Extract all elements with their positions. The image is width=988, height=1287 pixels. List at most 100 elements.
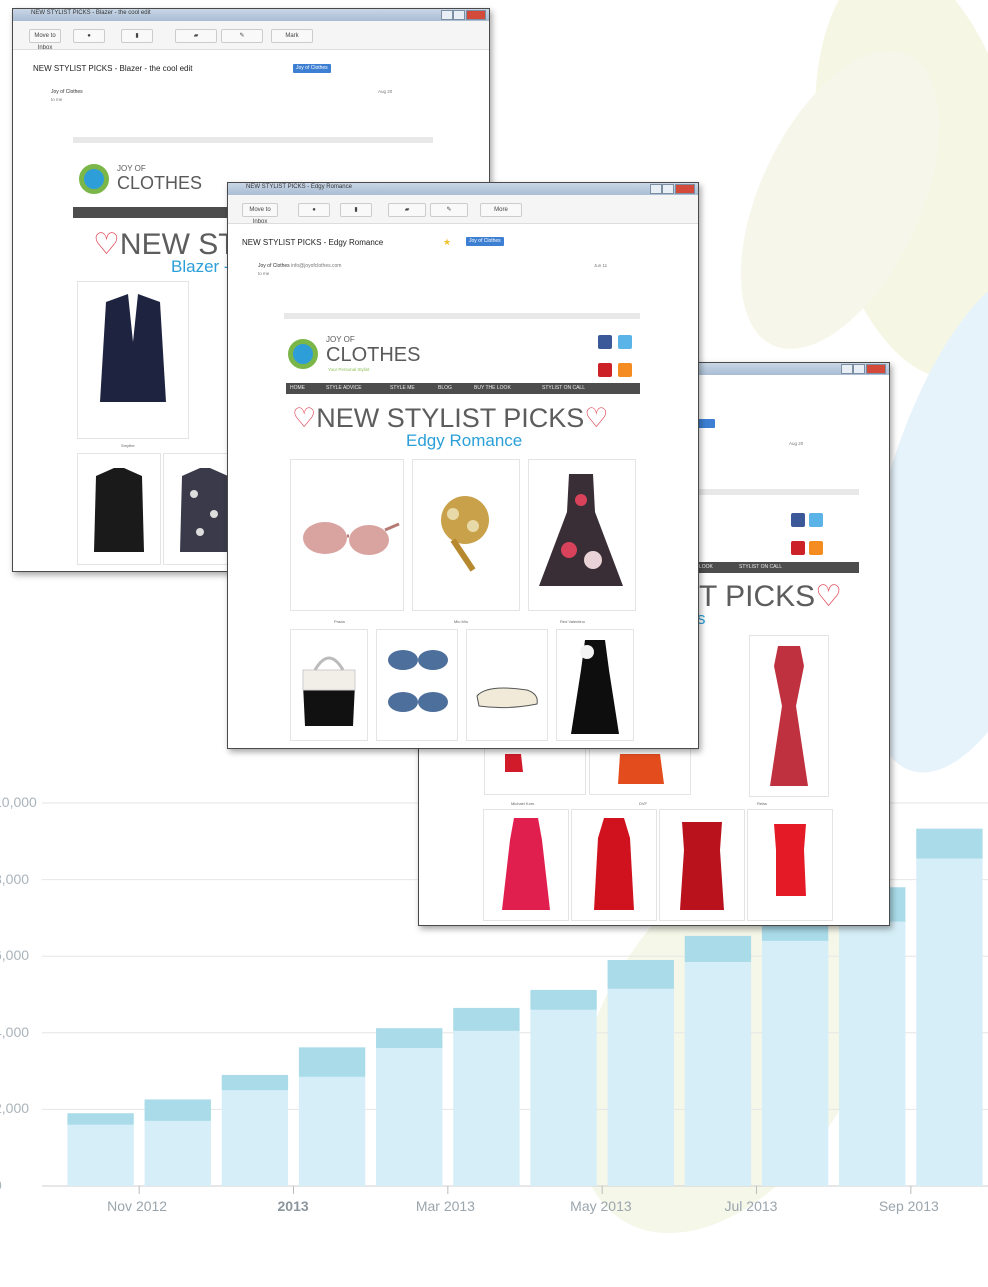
y-tick-label: 2,000 [0, 1100, 30, 1117]
bar-base[interactable] [761, 940, 829, 1186]
nav-item-style-me[interactable]: STYLE ME [390, 385, 415, 391]
label-button[interactable]: ✎ [430, 203, 468, 217]
sunglasses-image [303, 522, 400, 555]
product-tile[interactable] [483, 809, 569, 921]
maximize-button[interactable] [853, 364, 865, 374]
heart-icon: ♡ [584, 403, 609, 433]
archive-button[interactable]: ● [73, 29, 105, 43]
inbox-label[interactable]: Joy of Clothes [293, 64, 331, 73]
delete-button[interactable]: ▮ [121, 29, 153, 43]
nav-item[interactable]: STYLIST ON CALL [739, 564, 782, 570]
bar-top[interactable] [684, 935, 752, 962]
logo-icon [288, 339, 318, 369]
bar-base[interactable] [144, 1120, 211, 1186]
bar-top[interactable] [453, 1007, 520, 1031]
product-tile[interactable] [77, 281, 189, 439]
more-button[interactable]: More [480, 203, 522, 217]
bar-top[interactable] [298, 1047, 366, 1077]
x-tick-label: Sep 2013 [878, 1198, 939, 1214]
bar-base[interactable] [376, 1048, 443, 1186]
product-tile[interactable] [528, 459, 636, 611]
facebook-icon[interactable] [791, 513, 805, 527]
minimize-button[interactable] [841, 364, 853, 374]
folder-button[interactable]: ▰ [175, 29, 217, 43]
email-window-edgy-romance[interactable]: NEW STYLIST PICKS - Edgy Romance Move to… [227, 182, 699, 749]
product-tile[interactable] [749, 635, 829, 797]
window-titlebar[interactable]: NEW STYLIST PICKS - Blazer - the cool ed… [13, 9, 489, 21]
nav-item-buy-the-look[interactable]: BUY THE LOOK [474, 385, 511, 391]
window-titlebar[interactable]: NEW STYLIST PICKS - Edgy Romance [228, 183, 698, 195]
y-tick-label: 10,000 [0, 794, 37, 810]
product-tile[interactable] [571, 809, 657, 921]
product-tile[interactable] [747, 809, 833, 921]
crimson-dress-image [680, 822, 724, 910]
bar-top[interactable] [144, 1099, 211, 1121]
product-tile[interactable] [466, 629, 548, 741]
archive-button[interactable]: ● [298, 203, 330, 217]
product-tile[interactable] [556, 629, 634, 741]
cat-eye-sunglasses-image [388, 650, 448, 712]
product-tile[interactable] [77, 453, 161, 565]
product-tile[interactable] [412, 459, 520, 611]
email-toolbar: Move to Inbox ● ▮ ▰ ✎ More [228, 195, 698, 225]
bar-top[interactable] [607, 960, 674, 989]
sender-name: Joy of Clothes [51, 89, 83, 95]
nav-item-blog[interactable]: BLOG [438, 385, 452, 391]
bar-base[interactable] [684, 961, 752, 1186]
heart-icon: ♡ [93, 228, 120, 261]
bar-top[interactable] [916, 828, 983, 859]
nav-item-style-advice[interactable]: STYLE ADVICE [326, 385, 362, 391]
pinterest-icon[interactable] [598, 363, 612, 377]
blazer-image [100, 294, 166, 402]
bar-top[interactable] [221, 1074, 289, 1091]
nav-item[interactable]: LOOK [699, 564, 713, 570]
minimize-button[interactable] [441, 10, 453, 20]
move-to-inbox-button[interactable]: Move to Inbox [29, 29, 61, 51]
product-tile[interactable] [376, 629, 458, 741]
folder-button[interactable]: ▰ [388, 203, 426, 217]
maximize-button[interactable] [662, 184, 674, 194]
red-coat-dress-image [594, 818, 634, 910]
window-title: NEW STYLIST PICKS - Blazer - the cool ed… [31, 10, 151, 16]
product-tile[interactable] [290, 629, 368, 741]
more-button[interactable]: Mark [271, 29, 313, 43]
bar-base[interactable] [221, 1090, 289, 1186]
bar-base[interactable] [916, 858, 983, 1186]
nav-item-stylist-on-call[interactable]: STYLIST ON CALL [542, 385, 585, 391]
inbox-label[interactable]: Joy of Clothes [466, 237, 504, 246]
close-button[interactable] [466, 10, 486, 20]
twitter-icon[interactable] [809, 513, 823, 527]
divider [73, 137, 433, 143]
bar-base[interactable] [67, 1124, 134, 1186]
maximize-button[interactable] [453, 10, 465, 20]
bar-base[interactable] [453, 1030, 520, 1186]
rss-icon[interactable] [809, 541, 823, 555]
bar-base[interactable] [298, 1076, 366, 1186]
rss-icon[interactable] [618, 363, 632, 377]
newsletter-headline: T PICKS♡ [699, 580, 843, 613]
move-to-inbox-button[interactable]: Move to Inbox [242, 203, 278, 225]
bar-top[interactable] [376, 1028, 443, 1049]
twitter-icon[interactable] [618, 335, 632, 349]
bar-base[interactable] [530, 1009, 597, 1186]
label-button[interactable]: ✎ [221, 29, 263, 43]
bar-base[interactable] [839, 921, 906, 1186]
close-button[interactable] [866, 364, 886, 374]
bar-top[interactable] [530, 989, 597, 1010]
bar-base[interactable] [607, 988, 674, 1186]
bar-top[interactable] [67, 1113, 134, 1125]
product-caption: Miu Miu [454, 619, 469, 624]
close-button[interactable] [675, 184, 695, 194]
product-tile[interactable] [290, 459, 404, 611]
handbag-image [302, 656, 356, 726]
star-icon[interactable]: ★ [443, 237, 451, 248]
product-tile[interactable] [659, 809, 745, 921]
nav-item-home[interactable]: HOME [290, 385, 305, 391]
minimize-button[interactable] [650, 184, 662, 194]
brooch-image [441, 496, 489, 572]
lace-dress-image [770, 646, 808, 786]
product-caption: DVF [639, 801, 647, 806]
facebook-icon[interactable] [598, 335, 612, 349]
pinterest-icon[interactable] [791, 541, 805, 555]
delete-button[interactable]: ▮ [340, 203, 372, 217]
